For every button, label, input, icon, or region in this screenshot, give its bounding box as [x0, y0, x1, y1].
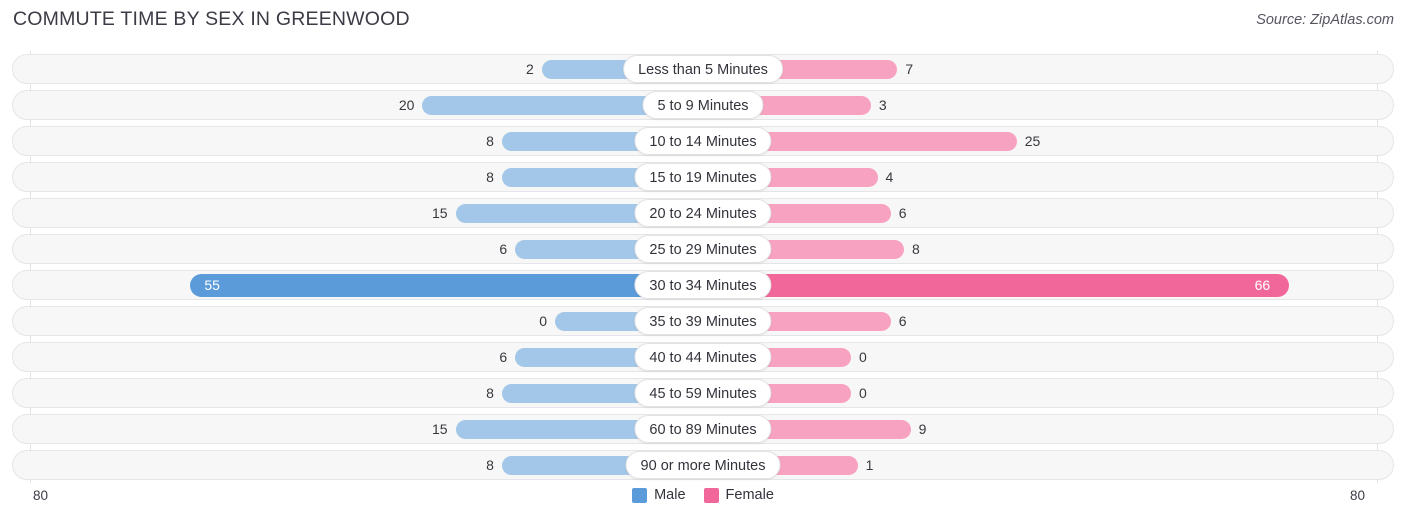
table-row[interactable]: 8 25 10 to 14 Minutes: [0, 123, 1406, 159]
value-label-female: 7: [905, 61, 914, 77]
table-row[interactable]: 8 0 45 to 59 Minutes: [0, 375, 1406, 411]
category-label-pill: 30 to 34 Minutes: [634, 271, 772, 299]
category-label-pill: 60 to 89 Minutes: [634, 415, 772, 443]
value-label-male: 6: [499, 349, 508, 365]
legend-swatch-female: [703, 487, 719, 503]
legend-item-male[interactable]: Male: [632, 487, 686, 503]
table-row[interactable]: 0 6 35 to 39 Minutes: [0, 303, 1406, 339]
category-label-pill: 45 to 59 Minutes: [634, 379, 772, 407]
value-label-female: 3: [878, 97, 887, 113]
bar-rows: 2 7 Less than 5 Minutes 20 3 5 to 9 Minutes 8 2…: [0, 51, 1406, 483]
table-row[interactable]: 2 7 Less than 5 Minutes: [0, 51, 1406, 87]
value-label-female: 6: [898, 205, 907, 221]
value-label-male: 0: [539, 313, 547, 329]
value-label-male: 6: [499, 241, 508, 257]
value-label-female: 0: [859, 349, 867, 365]
value-label-female: 6: [898, 313, 907, 329]
chart-legend: Male Female: [0, 487, 1406, 503]
value-label-male: 20: [398, 97, 415, 113]
table-row[interactable]: 15 6 20 to 24 Minutes: [0, 195, 1406, 231]
table-row[interactable]: 6 8 25 to 29 Minutes: [0, 231, 1406, 267]
table-row[interactable]: 55 66 30 to 34 Minutes: [0, 267, 1406, 303]
category-label-pill: Less than 5 Minutes: [623, 55, 783, 83]
legend-item-female[interactable]: Female: [703, 487, 774, 503]
category-label-pill: 35 to 39 Minutes: [634, 307, 772, 335]
category-label-pill: 20 to 24 Minutes: [634, 199, 772, 227]
bar-female[interactable]: [703, 274, 1289, 297]
category-label-pill: 25 to 29 Minutes: [634, 235, 772, 263]
value-label-male: 8: [486, 385, 494, 401]
legend-label-female: Female: [725, 487, 774, 503]
table-row[interactable]: 8 1 90 or more Minutes: [0, 447, 1406, 483]
category-label-pill: 5 to 9 Minutes: [642, 91, 764, 119]
value-label-female: 1: [865, 457, 874, 473]
value-label-male: 8: [486, 133, 494, 149]
value-label-female: 25: [1024, 133, 1041, 149]
value-label-female: 9: [918, 421, 927, 437]
category-label-pill: 90 or more Minutes: [625, 451, 781, 479]
table-row[interactable]: 6 0 40 to 44 Minutes: [0, 339, 1406, 375]
table-row[interactable]: 8 4 15 to 19 Minutes: [0, 159, 1406, 195]
category-label-pill: 40 to 44 Minutes: [634, 343, 772, 371]
value-label-male: 8: [486, 457, 494, 473]
value-label-male: 55: [204, 277, 220, 293]
value-label-female: 8: [912, 241, 920, 257]
legend-swatch-male: [632, 487, 648, 503]
source-attribution: Source: ZipAtlas.com: [1256, 12, 1394, 28]
table-row[interactable]: 15 9 60 to 89 Minutes: [0, 411, 1406, 447]
chart-container: COMMUTE TIME BY SEX IN GREENWOOD Source:…: [0, 0, 1406, 523]
plot-area: 2 7 Less than 5 Minutes 20 3 5 to 9 Minutes 8 2…: [0, 51, 1406, 483]
value-label-female: 66: [1254, 277, 1271, 293]
category-label-pill: 15 to 19 Minutes: [634, 163, 772, 191]
page-title: COMMUTE TIME BY SEX IN GREENWOOD: [13, 8, 410, 30]
legend-label-male: Male: [654, 487, 686, 503]
category-label-pill: 10 to 14 Minutes: [634, 127, 772, 155]
value-label-male: 2: [525, 61, 534, 77]
value-label-male: 8: [486, 169, 494, 185]
value-label-male: 15: [431, 205, 448, 221]
value-label-female: 0: [859, 385, 867, 401]
value-label-female: 4: [885, 169, 894, 185]
table-row[interactable]: 20 3 5 to 9 Minutes: [0, 87, 1406, 123]
bar-male[interactable]: [190, 274, 703, 297]
value-label-male: 15: [431, 421, 448, 437]
